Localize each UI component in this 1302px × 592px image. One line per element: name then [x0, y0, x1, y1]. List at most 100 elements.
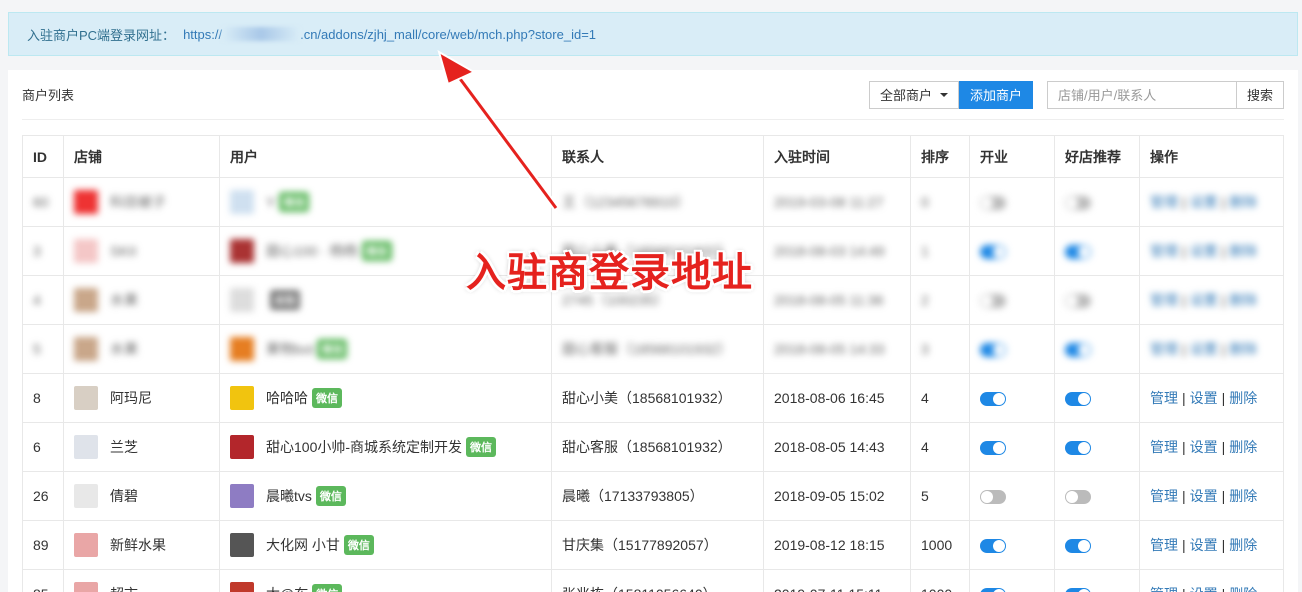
open-toggle[interactable] — [980, 441, 1006, 456]
shop-logo-image — [74, 533, 98, 557]
delete-link[interactable]: 删除 — [1229, 488, 1257, 504]
notice-label: 入驻商户PC端登录网址： — [27, 27, 176, 43]
settings-link[interactable]: 设置 — [1190, 537, 1218, 553]
platform-badge: 微信 — [317, 339, 348, 359]
delete-link[interactable]: 删除 — [1229, 194, 1257, 210]
user-name: 甜心100 · 杨杨 — [266, 243, 358, 259]
sort-order: 5 — [910, 471, 970, 521]
open-toggle[interactable] — [980, 245, 1006, 260]
manage-link[interactable]: 管理 — [1150, 341, 1178, 357]
table-row: 89 新鲜水果 大化网 小甘 微信 甘庆集（15177892057） 2019-08-12… — [22, 520, 1284, 570]
manage-link[interactable]: 管理 — [1150, 292, 1178, 308]
merchant-filter-dropdown[interactable]: 全部商户 — [868, 80, 959, 109]
recommend-toggle[interactable] — [1065, 196, 1091, 211]
user-name: 果物bot — [266, 341, 314, 357]
delete-link[interactable]: 删除 — [1229, 341, 1257, 357]
user-avatar — [230, 582, 254, 592]
user-avatar — [230, 435, 254, 459]
recommend-toggle[interactable] — [1065, 539, 1091, 554]
col-contact: 联系人 — [551, 135, 764, 178]
platform-badge: 微信 — [279, 192, 310, 212]
row-id: 60 — [22, 177, 64, 227]
shop-logo-image — [74, 190, 98, 214]
recommend-toggle[interactable] — [1065, 294, 1091, 309]
contact: 甘庆集（15177892057） — [551, 520, 764, 570]
recommend-toggle[interactable] — [1065, 441, 1091, 456]
manage-link[interactable]: 管理 — [1150, 537, 1178, 553]
open-toggle[interactable] — [980, 196, 1006, 211]
open-toggle[interactable] — [980, 588, 1006, 592]
col-join-time: 入驻时间 — [763, 135, 911, 178]
shop-name: SKII — [110, 243, 137, 259]
manage-link[interactable]: 管理 — [1150, 439, 1178, 455]
user-avatar — [230, 484, 254, 508]
col-open: 开业 — [969, 135, 1055, 178]
table-header-row: ID 店铺 用户 联系人 入驻时间 排序 开业 好店推荐 操作 — [22, 135, 1284, 178]
settings-link[interactable]: 设置 — [1190, 488, 1218, 504]
sort-order: 0 — [910, 177, 970, 227]
settings-link[interactable]: 设置 — [1190, 586, 1218, 592]
open-toggle[interactable] — [980, 392, 1006, 407]
manage-link[interactable]: 管理 — [1150, 586, 1178, 592]
shop-name: 水果 — [110, 341, 138, 357]
settings-link[interactable]: 设置 — [1190, 341, 1218, 357]
join-time: 2018-08-05 11:36 — [763, 275, 911, 325]
open-toggle[interactable] — [980, 294, 1006, 309]
shop-logo-image — [74, 435, 98, 459]
delete-link[interactable]: 删除 — [1229, 537, 1257, 553]
merchant-login-url[interactable]: https://.cn/addons/zjhj_mall/core/web/mc… — [183, 26, 596, 42]
delete-link[interactable]: 删除 — [1229, 390, 1257, 406]
search-input[interactable]: 店铺/用户/联系人 — [1046, 80, 1237, 109]
settings-link[interactable]: 设置 — [1190, 243, 1218, 259]
manage-link[interactable]: 管理 — [1150, 488, 1178, 504]
user-name: 甜心100小帅-商城系统定制开发 — [266, 439, 463, 455]
settings-link[interactable]: 设置 — [1190, 292, 1218, 308]
open-toggle[interactable] — [980, 490, 1006, 505]
col-recommend: 好店推荐 — [1054, 135, 1140, 178]
user-avatar — [230, 337, 254, 361]
recommend-toggle[interactable] — [1065, 245, 1091, 260]
col-actions: 操作 — [1139, 135, 1284, 178]
join-time: 2019-03-08 11:27 — [763, 177, 911, 227]
shop-name: 兰芝 — [110, 439, 138, 455]
contact: 晨曦（17133793805） — [551, 471, 764, 521]
settings-link[interactable]: 设置 — [1190, 439, 1218, 455]
row-id: 89 — [22, 520, 64, 570]
contact: 甜心客服（18568101932） — [551, 324, 764, 374]
recommend-toggle[interactable] — [1065, 392, 1091, 407]
delete-link[interactable]: 删除 — [1229, 586, 1257, 592]
settings-link[interactable]: 设置 — [1190, 390, 1218, 406]
table-row: 26 倩碧 晨曦tvs 微信 晨曦（17133793805） 2018-09-05 15:… — [22, 471, 1284, 521]
panel-title: 商户列表 — [22, 88, 75, 103]
table-row: 85 超市 太@布微信 张兆栋（15811056640）2019-07-11 15:1… — [22, 569, 1284, 592]
sort-order: 4 — [910, 422, 970, 472]
settings-link[interactable]: 设置 — [1190, 194, 1218, 210]
row-id: 26 — [22, 471, 64, 521]
recommend-toggle[interactable] — [1065, 490, 1091, 505]
shop-logo-image — [74, 337, 98, 361]
open-toggle[interactable] — [980, 539, 1006, 554]
manage-link[interactable]: 管理 — [1150, 243, 1178, 259]
join-time: 2018-08-05 14:43 — [763, 422, 911, 472]
delete-link[interactable]: 删除 — [1229, 439, 1257, 455]
row-id: 4 — [22, 275, 64, 325]
delete-link[interactable]: 删除 — [1229, 243, 1257, 259]
manage-link[interactable]: 管理 — [1150, 194, 1178, 210]
user-avatar — [230, 386, 254, 410]
add-merchant-button[interactable]: 添加商户 — [958, 80, 1033, 109]
platform-badge: 微信 — [312, 584, 343, 592]
join-time: 2018-08-03 14:49 — [763, 226, 911, 276]
recommend-toggle[interactable] — [1065, 343, 1091, 358]
table-row: 8 阿玛尼 哈哈哈 微信 甜心小美（18568101932） 2018-08-06 16:… — [22, 373, 1284, 423]
delete-link[interactable]: 删除 — [1229, 292, 1257, 308]
recommend-toggle[interactable] — [1065, 588, 1091, 592]
join-time: 2019-08-12 18:15 — [763, 520, 911, 570]
contact: 王（12345678910） — [551, 177, 764, 227]
row-id: 85 — [22, 569, 64, 592]
manage-link[interactable]: 管理 — [1150, 390, 1178, 406]
annotation-label: 入驻商登录地址 — [466, 250, 753, 296]
shop-logo-image — [74, 484, 98, 508]
search-button[interactable]: 搜索 — [1236, 80, 1284, 109]
open-toggle[interactable] — [980, 343, 1006, 358]
user-avatar — [230, 288, 254, 312]
